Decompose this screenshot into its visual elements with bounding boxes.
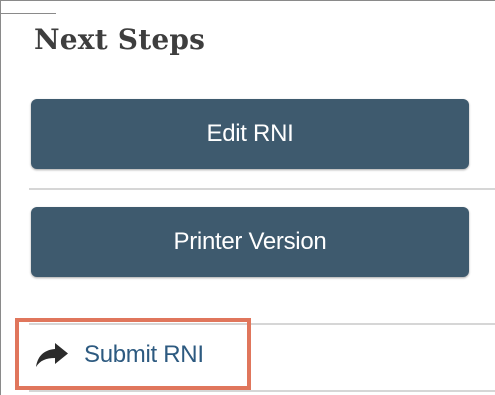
printer-version-button-label: Printer Version [173,228,327,255]
submit-rni-label: Submit RNI [84,341,204,368]
divider [29,188,495,190]
submit-rni-link[interactable]: Submit RNI [35,337,204,373]
edit-rni-button-label: Edit RNI [206,120,294,147]
next-steps-panel: Next Steps Edit RNI Printer Version Subm… [0,0,495,395]
panel-top-edge [1,1,56,14]
edit-rni-button[interactable]: Edit RNI [31,99,469,169]
divider [29,390,495,392]
panel-title: Next Steps [34,23,206,56]
share-arrow-icon [35,341,69,369]
printer-version-button[interactable]: Printer Version [31,207,469,277]
